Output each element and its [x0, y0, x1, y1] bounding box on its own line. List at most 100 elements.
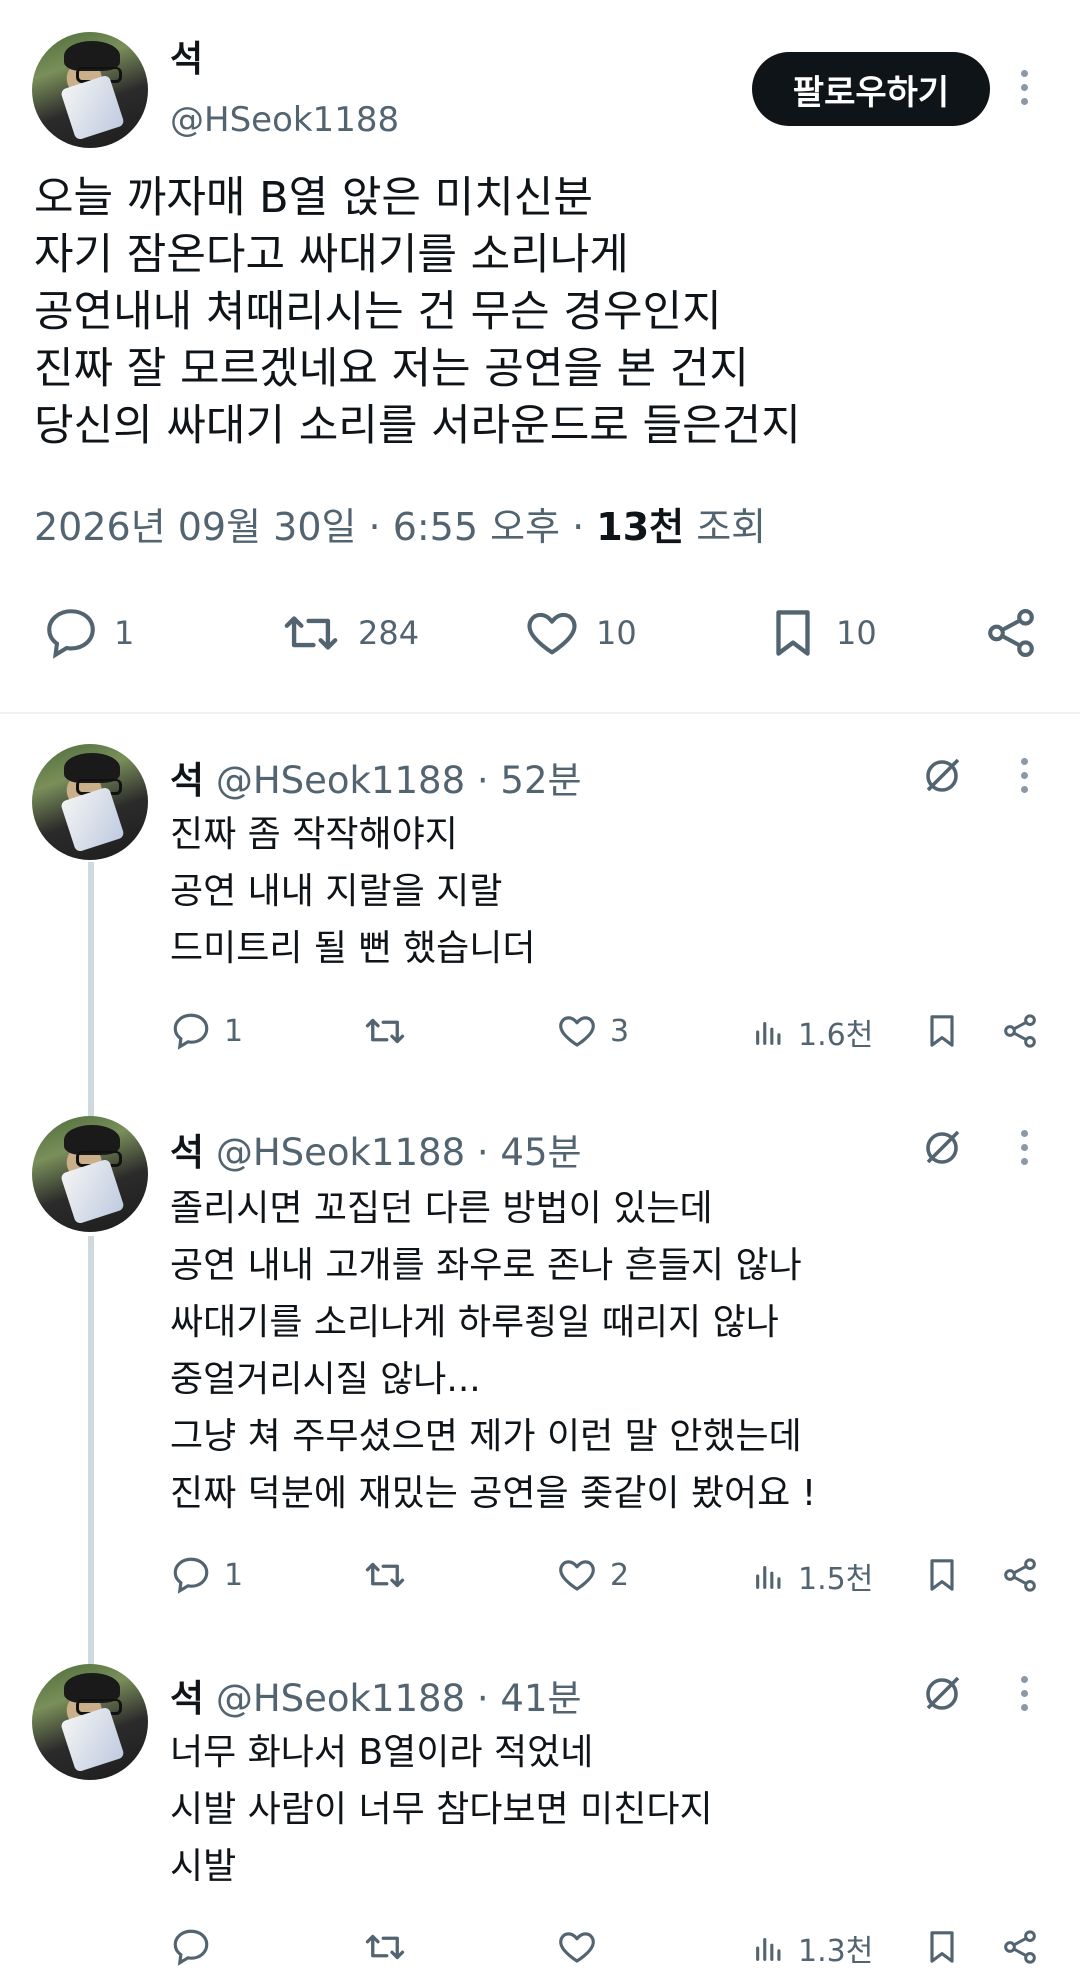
heart-icon [527, 612, 577, 655]
tweet-line: 당신의 싸대기 소리를 서라운드로 들은건지 [34, 401, 801, 451]
share-icon [1004, 1014, 1036, 1048]
view-count: 1.5천 [798, 1562, 874, 1597]
repost-count: 284 [358, 614, 420, 652]
more-options-icon[interactable] [1014, 70, 1034, 112]
reply-line: 공연 내내 지랄을 지랄 [170, 871, 503, 912]
reply-line: 공연 내내 고개를 좌우로 존나 흔들지 않나 [170, 1245, 802, 1286]
view-count: 1.6천 [798, 1018, 874, 1053]
grok-icon[interactable] [916, 752, 968, 800]
reply-author-name[interactable]: 석 [170, 1677, 204, 1720]
reply-time[interactable]: · 45분 [477, 1131, 582, 1174]
tweet-line: 공연내내 쳐때리시는 건 무슨 경우인지 [34, 287, 722, 337]
repost-action[interactable] [362, 1010, 408, 1052]
reply-time[interactable]: · 52분 [477, 759, 582, 802]
more-options-icon[interactable] [1014, 1676, 1034, 1718]
reply-count: 1 [224, 1013, 244, 1049]
follow-button[interactable]: 팔로우하기 [752, 52, 990, 126]
repost-action[interactable]: 284 [278, 604, 419, 662]
like-action[interactable]: 3 [556, 1010, 629, 1052]
heart-icon [559, 1016, 595, 1047]
bookmark-icon [930, 1559, 954, 1591]
share-action[interactable] [1000, 1926, 1040, 1968]
thread-connector [88, 1236, 94, 1666]
reply-line: 진짜 덕분에 재밌는 공연을 좆같이 봤어요 ! [170, 1473, 817, 1514]
share-action[interactable] [1000, 1010, 1040, 1052]
like-action[interactable]: 2 [556, 1554, 629, 1596]
reply-line: 드미트리 될 뻔 했습니더 [170, 928, 536, 969]
repost-icon [365, 1018, 405, 1044]
reply-author-handle[interactable]: @HSeok1188 [216, 759, 465, 802]
section-divider [0, 712, 1080, 714]
author-avatar[interactable] [32, 32, 148, 148]
more-options-icon[interactable] [1014, 1130, 1034, 1172]
reply-text: 진짜 좀 작작해야지 공연 내내 지랄을 지랄 드미트리 될 뻔 했습니더 [170, 806, 536, 977]
bookmark-action[interactable] [922, 1554, 962, 1596]
reply-action[interactable]: 1 [170, 1554, 243, 1596]
view-count: 1.3천 [798, 1934, 874, 1969]
tweet-line: 진짜 잘 모르겠네요 저는 공연을 본 건지 [34, 344, 749, 394]
repost-icon [365, 1934, 405, 1960]
reply-avatar[interactable] [32, 744, 148, 860]
reply-line: 싸대기를 소리나게 하루죙일 때리지 않나 [170, 1302, 779, 1343]
author-handle[interactable]: @HSeok1188 [170, 100, 399, 140]
reply-line: 중얼거리시질 않나... [170, 1359, 481, 1400]
bookmark-action[interactable] [922, 1926, 962, 1968]
reply-time[interactable]: · 41분 [477, 1677, 582, 1720]
repost-icon [365, 1562, 405, 1588]
author-name[interactable]: 석 [170, 30, 203, 82]
reply-header: 석 @HSeok1188 · 41분 [170, 1668, 582, 1722]
heart-icon [559, 1560, 595, 1591]
tweet-line: 자기 잠온다고 싸대기를 소리나게 [34, 230, 629, 280]
reply-text: 졸리시면 꼬집던 다른 방법이 있는데 공연 내내 고개를 좌우로 존나 흔들지… [170, 1180, 816, 1522]
like-action[interactable]: 10 [522, 604, 637, 662]
heart-icon [559, 1932, 595, 1963]
tweet-line: 오늘 까자매 B열 앉은 미치신분 [34, 173, 593, 223]
reply-count: 1 [114, 614, 135, 652]
grok-icon[interactable] [916, 1670, 968, 1718]
reply-action[interactable]: 1 [42, 604, 134, 662]
bookmark-icon [776, 610, 810, 656]
bookmark-action[interactable] [922, 1010, 962, 1052]
reply-author-name[interactable]: 석 [170, 1131, 204, 1174]
bookmark-action[interactable]: 10 [764, 604, 877, 662]
views-action[interactable]: 1.5천 [752, 1554, 873, 1598]
reply-line: 그냥 쳐 주무셨으면 제가 이런 말 안했는데 [170, 1416, 802, 1457]
repost-icon [284, 616, 338, 650]
reply-author-name[interactable]: 석 [170, 759, 204, 802]
views-icon [756, 1021, 781, 1045]
share-action[interactable] [982, 604, 1040, 662]
reply-avatar[interactable] [32, 1116, 148, 1232]
reply-action[interactable]: 1 [170, 1010, 243, 1052]
reply-text: 너무 화나서 B열이라 적었네 시발 사람이 너무 참다보면 미친다지 시발 [170, 1724, 713, 1895]
reply-author-handle[interactable]: @HSeok1188 [216, 1677, 465, 1720]
thread-connector [88, 862, 94, 1122]
tweet-timestamp[interactable]: 2026년 09월 30일 · 6:55 오후 · [34, 505, 584, 549]
view-count: 13천 [596, 505, 685, 549]
reply-icon [173, 1557, 209, 1594]
views-action[interactable]: 1.6천 [752, 1010, 873, 1054]
grok-icon[interactable] [916, 1124, 968, 1172]
share-icon [1004, 1930, 1036, 1964]
reply-avatar[interactable] [32, 1664, 148, 1780]
reply-line: 시발 사람이 너무 참다보면 미친다지 [170, 1789, 713, 1830]
reply-line: 시발 [170, 1846, 237, 1887]
reply-line: 너무 화나서 B열이라 적었네 [170, 1732, 594, 1773]
share-icon [988, 608, 1034, 658]
repost-action[interactable] [362, 1926, 408, 1968]
more-options-icon[interactable] [1014, 758, 1034, 800]
views-icon [756, 1937, 781, 1961]
bookmark-icon [930, 1015, 954, 1047]
like-action[interactable] [556, 1926, 598, 1968]
reply-line: 졸리시면 꼬집던 다른 방법이 있는데 [170, 1188, 713, 1229]
share-action[interactable] [1000, 1554, 1040, 1596]
reply-header: 석 @HSeok1188 · 52분 [170, 750, 582, 804]
reply-action[interactable] [170, 1926, 224, 1968]
share-icon [1004, 1558, 1036, 1592]
reply-author-handle[interactable]: @HSeok1188 [216, 1131, 465, 1174]
views-action[interactable]: 1.3천 [752, 1926, 873, 1970]
tweet-meta: 2026년 09월 30일 · 6:55 오후 · 13천 조회 [34, 496, 766, 551]
reply-count: 1 [224, 1557, 244, 1593]
repost-action[interactable] [362, 1554, 408, 1596]
tweet-text: 오늘 까자매 B열 앉은 미치신분 자기 잠온다고 싸대기를 소리나게 공연내내… [34, 170, 1044, 455]
reply-icon [47, 609, 95, 659]
